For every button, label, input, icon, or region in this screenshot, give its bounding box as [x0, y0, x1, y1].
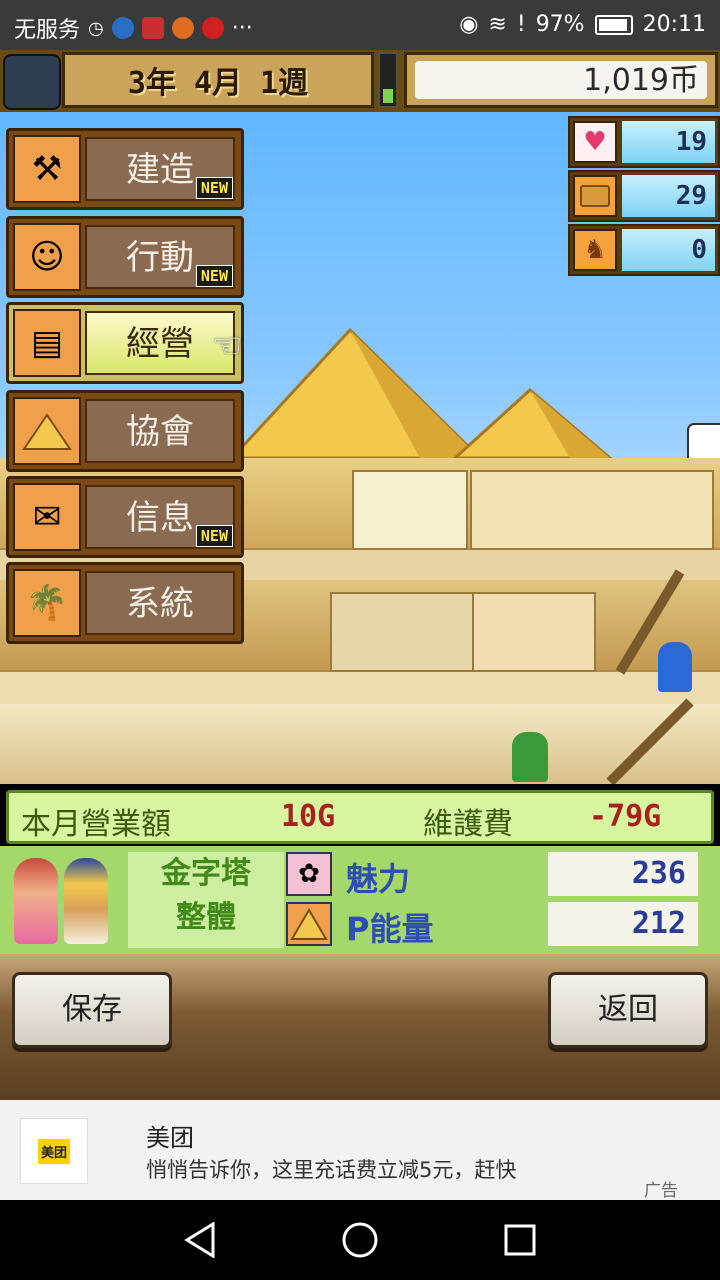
- letter-icon: ✉: [13, 483, 81, 551]
- carrier-text: 无服务: [14, 18, 81, 43]
- monthly-revenue-value: 10G: [281, 799, 336, 834]
- character-portraits: [14, 858, 118, 946]
- energy-value: 212: [548, 902, 698, 946]
- status-bar: 无服务 ◷ ··· ◉ ≋ ! 97% 20:11: [0, 0, 720, 50]
- date-month: 4月: [193, 66, 243, 101]
- character-icon: ☺: [13, 223, 81, 291]
- eye-icon: ◉: [459, 12, 479, 37]
- menu-manage[interactable]: ▤ 經營: [6, 302, 244, 384]
- hand-pointer-icon: ☜: [212, 326, 243, 366]
- save-button[interactable]: 保存: [12, 972, 172, 1048]
- pharaoh-character: [64, 858, 108, 944]
- flower-icon: ✿: [286, 852, 332, 896]
- monthly-revenue-label: 本月營業額: [21, 807, 171, 842]
- coin-panel: 1,019币: [404, 52, 718, 108]
- menu-system[interactable]: 🌴 系統: [6, 562, 244, 644]
- energy-label: P能量: [346, 910, 434, 948]
- pyramid-name: 金字塔 整體: [128, 852, 284, 948]
- timer-icon: ◷: [88, 17, 104, 39]
- menu-association-label: 協會: [85, 399, 235, 463]
- stat-bread-value: 29: [622, 175, 715, 217]
- pyramid-name-line2: 整體: [176, 900, 236, 935]
- ad-logo-text: 美团: [37, 1138, 70, 1164]
- coin-amount: 1,019币: [415, 61, 707, 99]
- stat-hearts-value: 19: [622, 121, 715, 163]
- pyramid-icon: [286, 902, 332, 946]
- bread-icon: [573, 175, 617, 217]
- triangle-back-icon: [184, 1222, 215, 1258]
- visitor-character[interactable]: [658, 642, 692, 692]
- charm-label: 魅力: [346, 860, 411, 898]
- huawei-icon: [141, 17, 164, 39]
- new-badge: NEW: [195, 525, 233, 547]
- island-icon: 🌴: [13, 569, 81, 637]
- circle-home-icon: [342, 1222, 378, 1258]
- alert-icon: !: [516, 12, 526, 37]
- recents-nav-button[interactable]: [498, 1218, 542, 1262]
- stat-bread: 29: [568, 170, 720, 222]
- meituan-logo[interactable]: 美团: [20, 1118, 88, 1184]
- menu-action[interactable]: ☺ 行動 NEW: [6, 216, 244, 298]
- queen-character: [14, 858, 58, 944]
- home-nav-button[interactable]: [338, 1218, 382, 1262]
- maintenance-value: -79G: [589, 799, 662, 834]
- app-notification-icon: [111, 17, 134, 39]
- new-badge: NEW: [195, 177, 233, 199]
- avatar-slot[interactable]: [3, 54, 61, 110]
- ad-text[interactable]: 悄悄告诉你，这里充话费立减5元，赶快: [146, 1154, 516, 1184]
- ad-title[interactable]: 美团: [146, 1118, 194, 1153]
- game-notification-icon: [171, 17, 194, 39]
- new-badge: NEW: [195, 265, 233, 287]
- date-week: 1週: [260, 66, 309, 101]
- wifi-icon: ≋: [488, 12, 507, 37]
- stat-hearts: ♥ 19: [568, 116, 720, 168]
- pyramid-icon: [13, 397, 81, 465]
- weibo-icon: [201, 17, 224, 39]
- date-year: 3年: [127, 66, 176, 101]
- menu-info[interactable]: ✉ 信息 NEW: [6, 476, 244, 558]
- revenue-bar: 本月營業額 10G 維護費 -79G: [6, 790, 714, 844]
- ad-tag: 广告: [644, 1181, 678, 1201]
- menu-association[interactable]: 協會: [6, 390, 244, 472]
- heart-icon: ♥: [573, 121, 617, 163]
- week-progress-meter: [378, 52, 398, 108]
- menu-build[interactable]: ⚒ 建造 NEW: [6, 128, 244, 210]
- battery-percent: 97%: [535, 12, 585, 37]
- maintenance-label: 維護費: [423, 807, 513, 842]
- ad-banner[interactable]: [0, 1100, 720, 1200]
- menu-system-label: 系統: [85, 571, 235, 635]
- back-button[interactable]: 返回: [548, 972, 708, 1048]
- stat-horse: ♞ 0: [568, 224, 720, 276]
- scroll-icon: ▤: [13, 309, 81, 377]
- stat-horse-value: 0: [622, 229, 715, 271]
- more-notifications: ···: [231, 15, 253, 41]
- date-panel: 3年 4月 1週: [62, 52, 374, 108]
- hammer-icon: ⚒: [13, 135, 81, 203]
- charm-value: 236: [548, 852, 698, 896]
- pyramid-name-line1: 金字塔: [161, 856, 251, 891]
- battery-icon: [594, 14, 633, 35]
- square-recents-icon: [504, 1224, 536, 1256]
- visitor-character[interactable]: [512, 732, 548, 782]
- clock-time: 20:11: [642, 12, 706, 37]
- horse-icon: ♞: [573, 229, 617, 271]
- back-nav-button[interactable]: [178, 1218, 222, 1262]
